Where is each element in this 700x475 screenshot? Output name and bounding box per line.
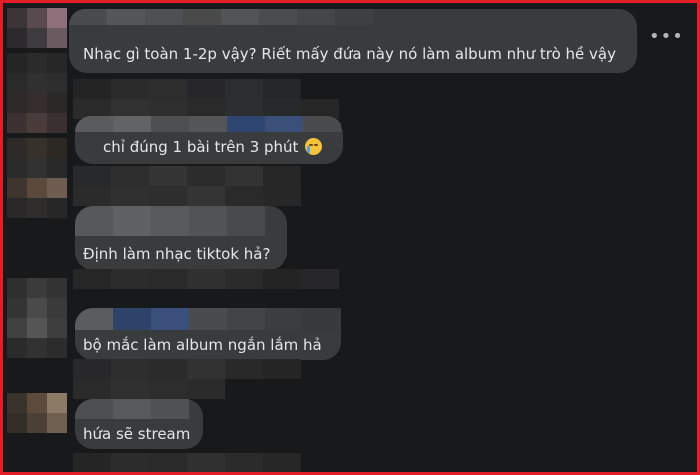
blurred-area-2 (73, 166, 313, 206)
crying-face-icon (305, 138, 323, 155)
commenter-name-blurred (69, 9, 389, 25)
blurred-area-3 (73, 269, 353, 309)
avatar-2[interactable] (7, 138, 67, 238)
comment-text: Nhạc gì toàn 1-2p vậy? Riết mấy đứa này … (83, 45, 616, 63)
comment-text: bộ mắc làm album ngắn lắm hả (83, 336, 322, 354)
comment-text: hứa sẽ stream (83, 425, 191, 443)
commenter-name-blurred (75, 116, 343, 132)
blurred-area-4 (73, 359, 313, 399)
comment-text-content: chỉ đúng 1 bài trên 3 phút (103, 138, 299, 156)
blurred-area-1 (73, 79, 343, 119)
avatar-1[interactable] (7, 8, 67, 48)
more-options-icon[interactable]: ••• (649, 28, 683, 51)
comment-bubble-2[interactable]: chỉ đúng 1 bài trên 3 phút (75, 116, 343, 164)
comment-text: chỉ đúng 1 bài trên 3 phút (75, 137, 343, 157)
commenter-name-blurred (75, 206, 305, 236)
avatar-4[interactable] (7, 393, 67, 433)
commenter-name-blurred (75, 308, 355, 330)
comment-bubble-5[interactable]: hứa sẽ stream (75, 399, 203, 449)
comment-bubble-1[interactable]: Nhạc gì toàn 1-2p vậy? Riết mấy đứa này … (69, 9, 637, 73)
comment-bubble-4[interactable]: bộ mắc làm album ngắn lắm hả (75, 308, 341, 360)
avatar-blur-a (7, 53, 67, 133)
comment-thread-frame: Nhạc gì toàn 1-2p vậy? Riết mấy đứa này … (0, 0, 700, 475)
avatar-3[interactable] (7, 278, 67, 358)
commenter-name-blurred (75, 399, 215, 419)
blurred-area-5 (73, 453, 353, 472)
comment-text: Định làm nhạc tiktok hả? (83, 245, 271, 263)
comment-bubble-3[interactable]: Định làm nhạc tiktok hả? (75, 206, 287, 270)
